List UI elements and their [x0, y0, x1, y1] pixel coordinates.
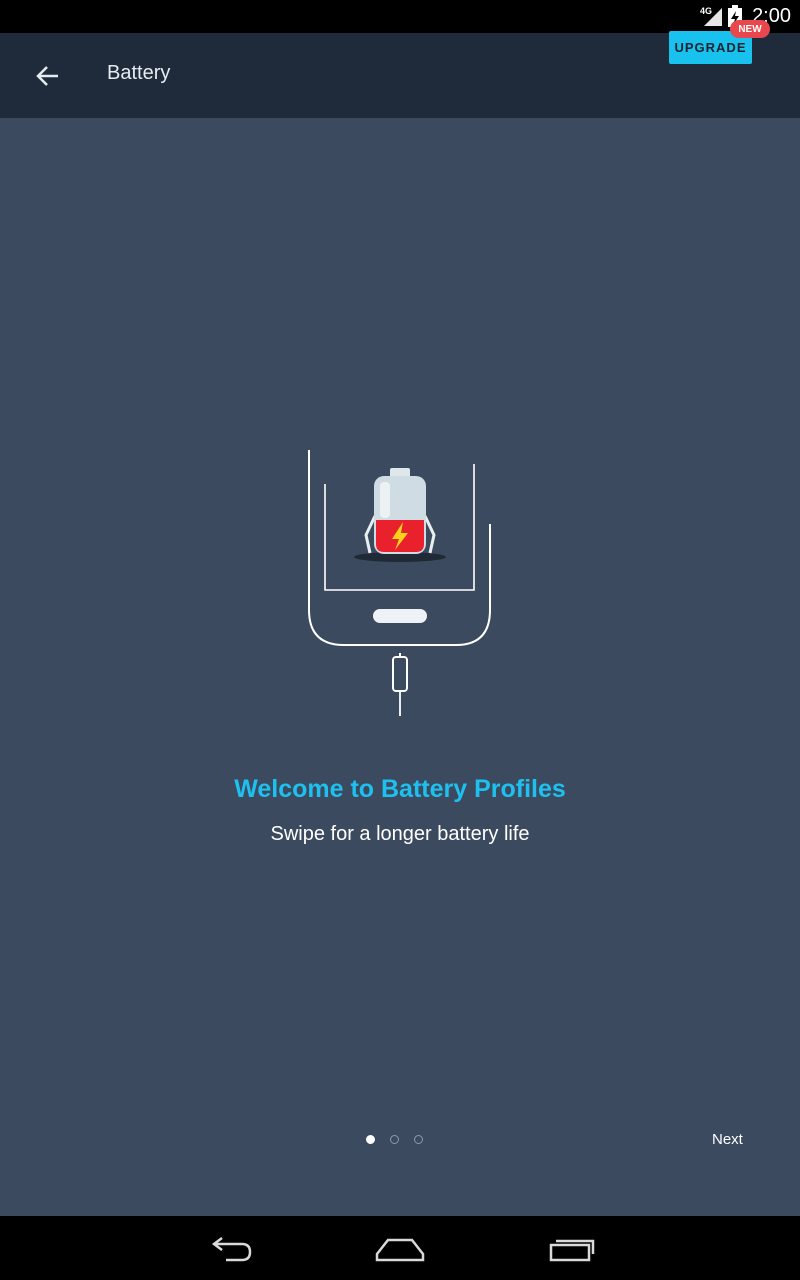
- arrow-back-icon[interactable]: [30, 58, 66, 94]
- onboarding-headline: Welcome to Battery Profiles: [234, 775, 566, 803]
- new-badge: NEW: [730, 20, 770, 38]
- network-type-label: 4G: [700, 6, 712, 16]
- next-button[interactable]: Next: [712, 1131, 743, 1148]
- page-dot-2[interactable]: [390, 1135, 399, 1144]
- recents-nav-icon[interactable]: [548, 1232, 596, 1264]
- page-dot-3[interactable]: [414, 1135, 423, 1144]
- page-dot-1[interactable]: [366, 1135, 375, 1144]
- onboarding-subline: Swipe for a longer battery life: [270, 823, 530, 845]
- upgrade-button-label: UPGRADE: [674, 40, 747, 55]
- status-bar: 4G 2:00: [0, 0, 800, 33]
- phone-charging-battery-icon: [308, 450, 491, 716]
- page-indicator: [366, 1135, 423, 1149]
- back-nav-icon[interactable]: [206, 1232, 254, 1264]
- page-title: Battery: [107, 62, 171, 84]
- new-badge-label: NEW: [738, 23, 762, 35]
- signal-icon: 4G: [700, 6, 722, 26]
- home-nav-icon[interactable]: [374, 1232, 426, 1264]
- system-nav-bar: [0, 1216, 800, 1280]
